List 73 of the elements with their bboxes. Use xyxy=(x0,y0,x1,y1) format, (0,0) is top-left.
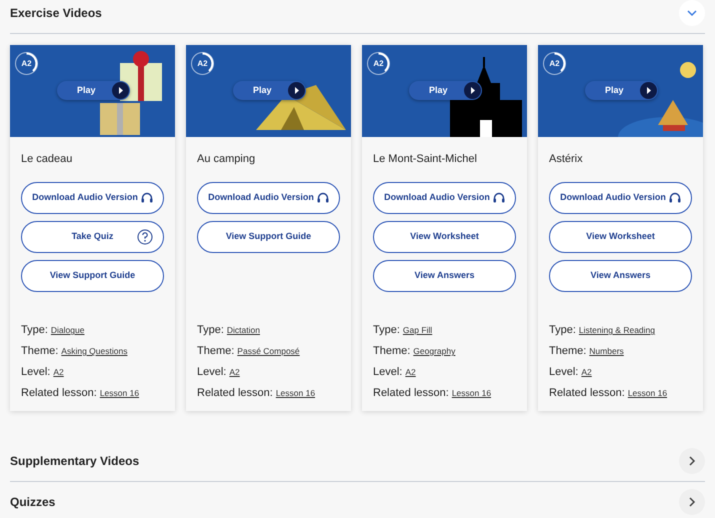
meta-label: Related lesson: xyxy=(21,386,97,401)
meta-link[interactable]: A2 xyxy=(53,366,64,379)
meta-label: Type: xyxy=(549,323,576,338)
meta-link[interactable]: Lesson 16 xyxy=(628,387,668,400)
play-button[interactable]: Play xyxy=(233,81,306,100)
level-badge: A2 xyxy=(543,52,566,75)
download-button[interactable]: Download Audio Version xyxy=(21,182,164,214)
meta-link[interactable]: Lesson 16 xyxy=(452,387,492,400)
action-button[interactable]: View Support Guide xyxy=(21,260,164,292)
play-button[interactable]: Play xyxy=(585,81,658,100)
meta-label: Type: xyxy=(21,323,48,338)
chevron-down-icon xyxy=(686,9,698,17)
level-badge: A2 xyxy=(367,52,390,75)
download-button[interactable]: Download Audio Version xyxy=(197,182,340,214)
meta-link[interactable]: Dictation xyxy=(226,324,260,337)
section-title[interactable]: Supplementary Videos xyxy=(10,452,140,470)
meta-link[interactable]: Asking Questions xyxy=(61,345,128,358)
play-button[interactable]: Play xyxy=(409,81,482,100)
level-badge: A2 xyxy=(191,52,214,75)
meta-link[interactable]: Numbers xyxy=(589,345,624,358)
section-title[interactable]: Quizzes xyxy=(10,493,56,511)
meta-link[interactable]: Gap Fill xyxy=(402,324,432,337)
collapse-button[interactable] xyxy=(679,0,705,26)
headphones-icon xyxy=(668,192,681,203)
meta-label: Theme: xyxy=(549,344,586,359)
video-title: Le Mont-Saint-Michel xyxy=(373,152,478,167)
meta-label: Related lesson: xyxy=(373,386,449,401)
play-icon xyxy=(464,82,481,99)
action-button[interactable]: Take Quiz xyxy=(21,220,164,252)
action-button[interactable]: View Answers xyxy=(373,260,516,292)
meta-label: Type: xyxy=(197,323,224,338)
meta-link[interactable]: Lesson 16 xyxy=(100,387,140,400)
action-button[interactable]: View Worksheet xyxy=(373,220,516,252)
meta-label: Level: xyxy=(549,365,578,380)
meta-label: Related lesson: xyxy=(197,386,273,401)
meta-label: Theme: xyxy=(373,344,410,359)
chevron-right-icon xyxy=(688,496,696,508)
meta-link[interactable]: Passé Composé xyxy=(237,345,300,358)
meta-link[interactable]: A2 xyxy=(405,366,416,379)
headphones-icon xyxy=(492,192,505,203)
meta-label: Related lesson: xyxy=(549,386,625,401)
level-badge: A2 xyxy=(15,52,38,75)
action-button[interactable]: View Answers xyxy=(549,260,692,292)
play-button[interactable]: Play xyxy=(57,81,130,100)
action-button[interactable]: View Support Guide xyxy=(197,220,340,252)
download-button[interactable]: Download Audio Version xyxy=(549,182,692,214)
meta-label: Theme: xyxy=(21,344,58,359)
meta-label: Level: xyxy=(197,365,226,380)
play-icon xyxy=(288,82,305,99)
expand-button[interactable] xyxy=(679,489,705,515)
download-button[interactable]: Download Audio Version xyxy=(373,182,516,214)
meta-link[interactable]: Listening & Reading xyxy=(578,324,655,337)
expand-button[interactable] xyxy=(679,448,705,474)
headphones-icon xyxy=(140,192,153,203)
play-icon xyxy=(112,82,129,99)
meta-link[interactable]: A2 xyxy=(229,366,240,379)
meta-label: Theme: xyxy=(197,344,234,359)
meta-label: Level: xyxy=(373,365,402,380)
headphones-icon xyxy=(316,192,329,203)
video-title: Astérix xyxy=(549,152,584,167)
chevron-right-icon xyxy=(688,455,696,467)
action-button[interactable]: View Worksheet xyxy=(549,220,692,252)
video-title: Le cadeau xyxy=(21,152,74,167)
video-title: Au camping xyxy=(197,152,256,167)
meta-label: Type: xyxy=(373,323,400,338)
meta-link[interactable]: A2 xyxy=(581,366,592,379)
meta-link[interactable]: Dialogue xyxy=(50,324,84,337)
section-title[interactable]: Exercise Videos xyxy=(10,4,102,22)
meta-link[interactable]: Geography xyxy=(413,345,456,358)
meta-link[interactable]: Lesson 16 xyxy=(276,387,316,400)
play-icon xyxy=(640,82,657,99)
help-icon xyxy=(137,228,153,244)
meta-label: Level: xyxy=(21,365,50,380)
